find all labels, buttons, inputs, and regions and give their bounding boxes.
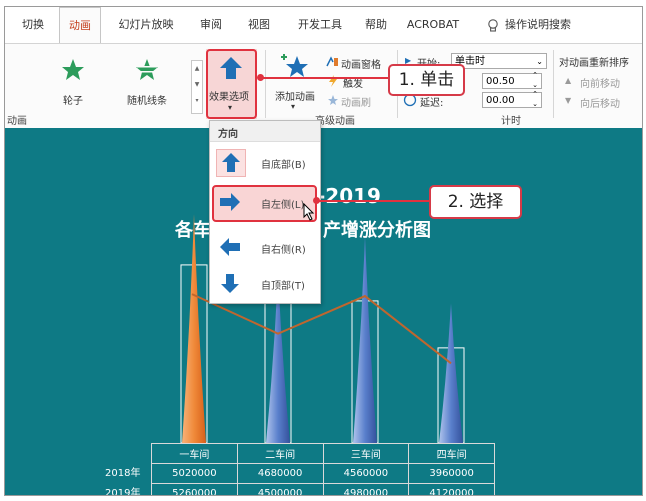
- animation-painter-icon: [328, 95, 338, 105]
- group-separator: [265, 50, 266, 118]
- table-cell: 4500000: [236, 483, 324, 495]
- tab-developer[interactable]: 开发工具: [289, 7, 351, 43]
- lightbulb-icon: [488, 19, 498, 32]
- tab-slideshow[interactable]: 幻灯片放映: [111, 7, 181, 43]
- chevron-down-icon: ⌄: [536, 57, 543, 66]
- table-row: 5020000 4680000 4560000 3960000: [151, 463, 495, 484]
- effect-random-bars[interactable]: 随机线条: [127, 92, 167, 107]
- reorder-title: 对动画重新排序: [559, 58, 629, 69]
- tell-me-search[interactable]: 操作说明搜索: [505, 7, 589, 43]
- icon-frame: [216, 234, 246, 262]
- direction-from-bottom-label: 自底部(B): [261, 160, 306, 171]
- gallery-scroll[interactable]: ▲ ▼ ▾: [191, 60, 203, 114]
- triangle-up-icon: ▲: [565, 76, 572, 85]
- arrow-down-icon: [221, 274, 239, 293]
- animation-pane-button[interactable]: 动画窗格: [341, 56, 381, 71]
- direction-from-right-label: 自右侧(R): [261, 245, 306, 256]
- dropdown-header: 方向: [210, 121, 320, 142]
- chart-data-table: 一车间 二车间 三车间 四车间 5020000 4680000 4560000 396…: [151, 443, 495, 495]
- direction-from-top[interactable]: 自顶部(T): [213, 267, 316, 301]
- direction-from-right[interactable]: 自右侧(R): [213, 231, 316, 265]
- bar-2019: [182, 214, 206, 443]
- table-cell: 5260000: [151, 483, 238, 495]
- stepper-icon[interactable]: ⌃ ⌄: [532, 89, 538, 109]
- arrow-up-icon: [222, 153, 240, 172]
- dropdown-header-label: 方向: [218, 129, 238, 140]
- group-label-advanced: 高级动画: [315, 116, 355, 127]
- callout-connector: [319, 200, 429, 202]
- series-line-2019: [191, 293, 452, 365]
- animation-pane-icon: [326, 56, 338, 67]
- icon-frame: [216, 270, 246, 298]
- group-separator: [553, 50, 554, 118]
- effect-options-highlight: [206, 49, 257, 119]
- table-cell: 4980000: [322, 483, 410, 495]
- tab-animations[interactable]: 动画: [59, 7, 101, 44]
- callout-step2: 2. 选择: [429, 185, 522, 219]
- series-label-2018: 2018年: [105, 468, 141, 479]
- table-cell: 4120000: [408, 483, 495, 495]
- direction-from-top-label: 自顶部(T): [261, 281, 305, 292]
- table-row: 5260000 4500000 4980000 4120000: [151, 483, 495, 495]
- callout-connector: [263, 77, 393, 79]
- table-category-4: 四车间: [408, 443, 495, 464]
- bar-2019: [353, 236, 377, 443]
- powerpoint-window: 切换 动画 幻灯片放映 审阅 视图 开发工具 帮助 ACROBAT 操作说明搜索…: [4, 6, 643, 496]
- tab-help[interactable]: 帮助: [359, 7, 393, 43]
- chart: [180, 214, 465, 444]
- bar-2019: [439, 303, 463, 443]
- callout-step1: 1. 单击: [388, 64, 465, 96]
- wheel-star-icon: [62, 59, 84, 80]
- duration-value: 00.50: [486, 76, 515, 87]
- group-label-timing: 计时: [501, 116, 521, 127]
- delay-label: 延迟:: [420, 98, 444, 109]
- random-bars-star-icon: [136, 59, 158, 80]
- start-select[interactable]: 单击时 ⌄: [451, 53, 547, 69]
- ribbon: 轮子 随机线条 ▲ ▼ ▾ 效果选项 ▾ 添加动画 ▾ 动画窗格 触发 动画刷 …: [5, 43, 642, 129]
- series-label-2019: 2019年: [105, 488, 141, 496]
- chevron-down-icon: ▾: [291, 102, 296, 111]
- table-cell: 3960000: [408, 463, 495, 484]
- tab-acrobat[interactable]: ACROBAT: [401, 7, 465, 43]
- direction-from-left-highlight: [212, 185, 317, 222]
- icon-frame: [216, 149, 246, 177]
- stepper-icon[interactable]: ⌃ ⌄: [532, 70, 538, 90]
- table-category-1: 一车间: [151, 443, 238, 464]
- triangle-down-icon: ▼: [565, 96, 572, 105]
- arrow-left-icon: [220, 238, 240, 256]
- move-later-button[interactable]: 向后移动: [580, 95, 620, 110]
- mouse-cursor-icon: [303, 203, 315, 221]
- table-category-2: 二车间: [236, 443, 324, 464]
- table-category-3: 三车间: [322, 443, 410, 464]
- tab-transitions[interactable]: 切换: [13, 7, 53, 43]
- slide-canvas[interactable]: -2019 各车 产增涨分析图 一车间 二车间 三车间 四车间 5020000 …: [5, 128, 642, 495]
- delay-value: 00.00: [486, 95, 515, 106]
- table-cell: 4680000: [236, 463, 324, 484]
- tab-view[interactable]: 视图: [239, 7, 279, 43]
- group-label-animation: 动画: [7, 116, 27, 127]
- effect-wheel[interactable]: 轮子: [63, 92, 83, 107]
- table-cell: 4560000: [322, 463, 410, 484]
- tab-review[interactable]: 审阅: [191, 7, 231, 43]
- delay-input[interactable]: 00.00 ⌃ ⌄: [482, 89, 542, 109]
- move-earlier-button[interactable]: 向前移动: [580, 75, 620, 90]
- ribbon-tabs: 切换 动画 幻灯片放映 审阅 视图 开发工具 帮助 ACROBAT 操作说明搜索: [5, 7, 642, 44]
- animation-painter-button[interactable]: 动画刷: [341, 94, 371, 109]
- add-animation-button[interactable]: 添加动画: [275, 88, 315, 103]
- duration-input[interactable]: 00.50 ⌃ ⌄: [482, 70, 542, 90]
- table-cell: 5020000: [151, 463, 238, 484]
- direction-from-bottom[interactable]: 自底部(B): [213, 146, 316, 180]
